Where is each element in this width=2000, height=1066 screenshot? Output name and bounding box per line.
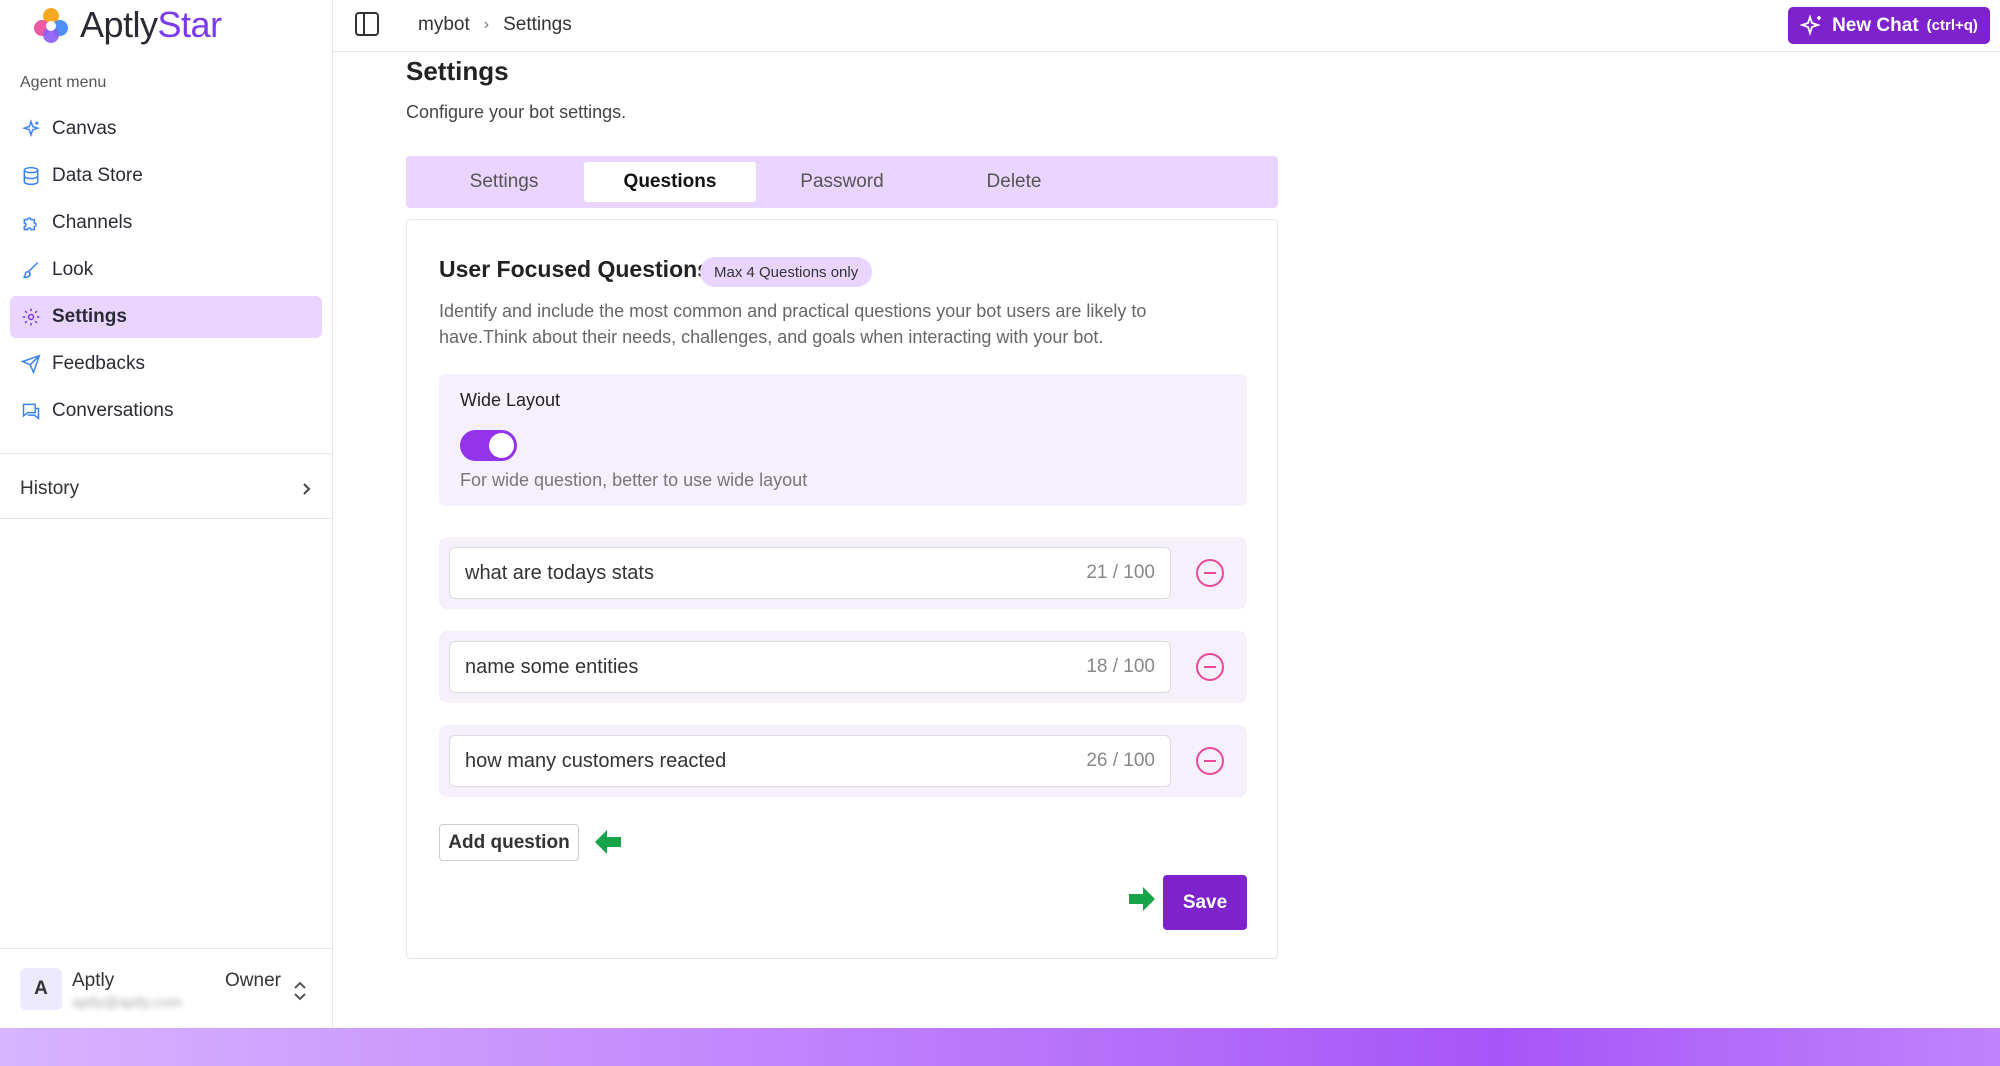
- sidebar-item-look[interactable]: Look: [10, 249, 322, 291]
- tab-settings[interactable]: Settings: [418, 162, 590, 202]
- remove-circle-icon[interactable]: [1194, 557, 1226, 589]
- history-label: History: [20, 478, 80, 499]
- sidebar-divider: [0, 453, 333, 454]
- char-count: 21 / 100: [1086, 562, 1155, 583]
- send-icon: [20, 353, 42, 375]
- sidebar-item-label: Look: [52, 259, 94, 280]
- sidebar-item-label: Settings: [52, 306, 127, 327]
- question-input[interactable]: name some entities 18 / 100: [449, 641, 1171, 693]
- questions-card: User Focused Questions Max 4 Questions o…: [406, 219, 1278, 959]
- tab-questions[interactable]: Questions: [584, 162, 756, 202]
- sidebar: AptlyStar Agent menu Canvas Data Store C…: [0, 0, 333, 1028]
- question-input[interactable]: how many customers reacted 26 / 100: [449, 735, 1171, 787]
- arrow-right-icon: [1129, 887, 1155, 916]
- sidebar-item-canvas[interactable]: Canvas: [10, 108, 322, 150]
- question-row: how many customers reacted 26 / 100: [439, 725, 1247, 797]
- gear-icon: [20, 306, 42, 328]
- topbar: mybot › Settings New Chat (ctrl+q): [333, 0, 2000, 52]
- chevron-right-icon: [303, 483, 311, 495]
- bottom-gradient-bar: [0, 1028, 2000, 1066]
- sidebar-divider: [0, 518, 333, 519]
- database-icon: [20, 165, 42, 187]
- tab-password[interactable]: Password: [756, 162, 928, 202]
- toggle-knob: [489, 433, 514, 458]
- chevron-right-icon: ›: [483, 16, 490, 33]
- page-title: Settings: [406, 56, 509, 86]
- wide-layout-panel: Wide Layout For wide question, better to…: [439, 374, 1247, 506]
- sidebar-item-conversations[interactable]: Conversations: [10, 390, 322, 432]
- new-chat-shortcut: (ctrl+q): [1926, 17, 1978, 34]
- sidebar-item-settings[interactable]: Settings: [10, 296, 322, 338]
- sidebar-item-data-store[interactable]: Data Store: [10, 155, 322, 197]
- breadcrumb: mybot › Settings: [418, 14, 572, 36]
- sidebar-item-label: Data Store: [52, 165, 143, 186]
- user-menu[interactable]: A Aptly aptly@aptly.com Owner: [20, 966, 320, 1014]
- breadcrumb-bot[interactable]: mybot: [418, 14, 470, 36]
- card-title: User Focused Questions: [439, 256, 710, 282]
- question-row: name some entities 18 / 100: [439, 631, 1247, 703]
- sidebar-item-label: Feedbacks: [52, 353, 145, 374]
- wide-layout-toggle[interactable]: [460, 430, 517, 461]
- tab-delete[interactable]: Delete: [928, 162, 1100, 202]
- sidebar-item-label: Canvas: [52, 118, 117, 139]
- sidebar-divider: [0, 948, 333, 949]
- char-count: 26 / 100: [1086, 750, 1155, 771]
- agent-menu-label: Agent menu: [20, 74, 107, 91]
- user-email: aptly@aptly.com: [72, 994, 182, 1011]
- arrow-left-icon: [595, 830, 621, 859]
- history-toggle[interactable]: History: [0, 462, 333, 516]
- question-text: name some entities: [465, 655, 639, 678]
- avatar: A: [20, 968, 62, 1010]
- save-button[interactable]: Save: [1163, 875, 1247, 930]
- sidebar-item-label: Conversations: [52, 400, 174, 421]
- sidebar-toggle-icon[interactable]: [353, 10, 381, 38]
- chevron-up-down-icon[interactable]: [292, 980, 308, 1007]
- question-row: what are todays stats 21 / 100: [439, 537, 1247, 609]
- wide-layout-label: Wide Layout: [460, 390, 561, 410]
- card-description: Identify and include the most common and…: [439, 301, 1147, 347]
- sparkles-icon: [20, 118, 42, 140]
- page-subtitle: Configure your bot settings.: [406, 102, 627, 122]
- max-questions-badge: Max 4 Questions only: [700, 257, 873, 287]
- char-count: 18 / 100: [1086, 656, 1155, 677]
- user-name: Aptly: [72, 970, 115, 991]
- remove-circle-icon[interactable]: [1194, 651, 1226, 683]
- chat-icon: [20, 400, 42, 422]
- new-chat-label: New Chat: [1832, 14, 1919, 36]
- new-chat-button[interactable]: New Chat (ctrl+q): [1788, 7, 1990, 44]
- remove-circle-icon[interactable]: [1194, 745, 1226, 777]
- puzzle-icon: [20, 212, 42, 234]
- sidebar-item-channels[interactable]: Channels: [10, 202, 322, 244]
- sidebar-item-label: Channels: [52, 212, 133, 233]
- wide-layout-hint: For wide question, better to use wide la…: [460, 470, 808, 490]
- sidebar-item-feedbacks[interactable]: Feedbacks: [10, 343, 322, 385]
- app-name: AptlyStar: [80, 4, 222, 45]
- question-text: what are todays stats: [465, 561, 654, 584]
- brush-icon: [20, 259, 42, 281]
- app-logo[interactable]: AptlyStar: [30, 4, 222, 46]
- settings-tabs: Settings Questions Password Delete: [406, 156, 1278, 208]
- user-role: Owner: [225, 970, 281, 991]
- agent-nav: Canvas Data Store Channels Look Settings…: [10, 108, 322, 437]
- add-question-button[interactable]: Add question: [439, 824, 579, 861]
- question-text: how many customers reacted: [465, 749, 727, 772]
- breadcrumb-current: Settings: [503, 14, 572, 35]
- question-input[interactable]: what are todays stats 21 / 100: [449, 547, 1171, 599]
- aptlystar-logo-icon: [34, 8, 68, 43]
- sparkles-icon: [1800, 13, 1822, 36]
